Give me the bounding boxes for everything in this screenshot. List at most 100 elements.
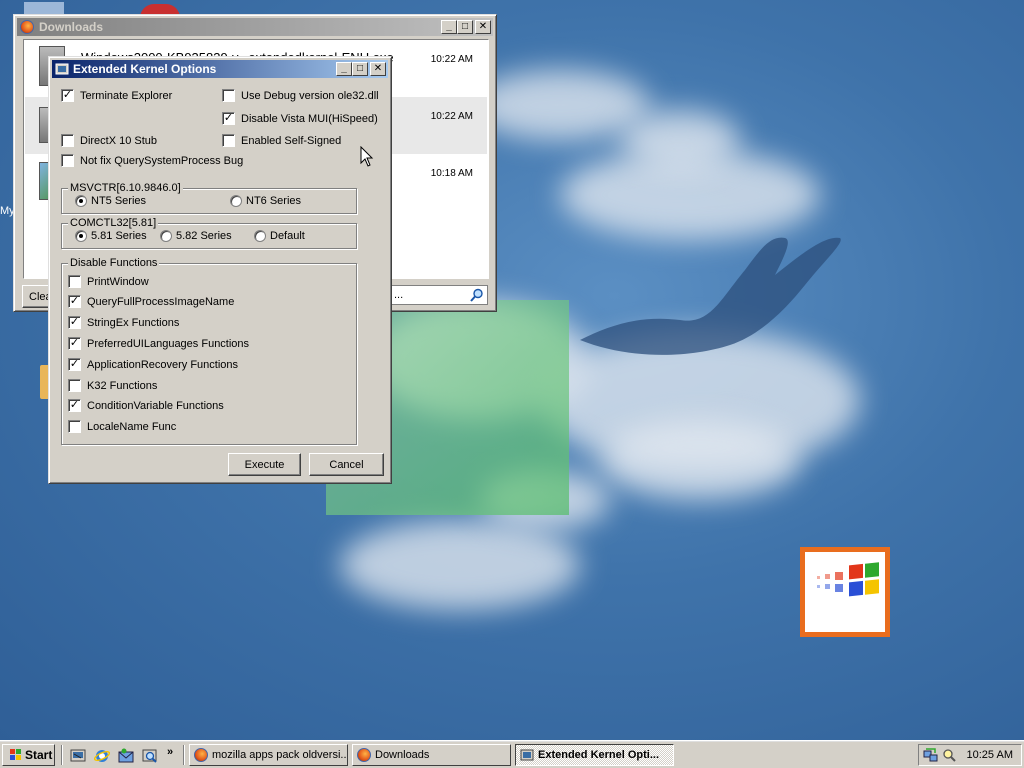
checkbox-label: QueryFullProcessImageName xyxy=(87,295,235,308)
search-input[interactable]: ... xyxy=(390,285,488,305)
download-time: 10:22 AM xyxy=(430,54,473,65)
minimize-button[interactable]: _ xyxy=(441,20,457,34)
firefox-icon xyxy=(20,20,34,34)
checkbox-debug-ole32[interactable]: Use Debug version ole32.dll xyxy=(222,89,379,102)
radio-label: NT5 Series xyxy=(91,195,147,207)
system-tray: 10:25 AM xyxy=(918,744,1022,766)
close-button[interactable]: ✕ xyxy=(370,62,386,76)
firefox-icon xyxy=(194,748,208,762)
checkbox-not-fix-querysystemprocess[interactable]: Not fix QuerySystemProcess Bug xyxy=(61,154,243,167)
taskbar-divider xyxy=(183,745,185,765)
disable-functions-group: Disable Functions PrintWindow ✓ QueryFul… xyxy=(61,257,357,445)
checkbox-label: PreferredUILanguages Functions xyxy=(87,337,250,350)
checkbox-queryfullprocessimagename[interactable]: ✓ QueryFullProcessImageName xyxy=(68,295,234,308)
radio-button[interactable] xyxy=(254,230,266,242)
quick-launch-chevron[interactable]: » xyxy=(167,746,173,758)
checkbox-box[interactable]: ✓ xyxy=(222,112,235,125)
clock[interactable]: 10:25 AM xyxy=(967,749,1013,761)
internet-explorer-icon[interactable] xyxy=(94,748,110,764)
checkbox-applicationrecovery-functions[interactable]: ✓ ApplicationRecovery Functions xyxy=(68,358,238,371)
minimize-button[interactable]: _ xyxy=(336,62,352,76)
windows-flag-icon xyxy=(10,749,21,760)
checkbox-enabled-self-signed[interactable]: Enabled Self-Signed xyxy=(222,134,341,147)
checkbox-preferreduilanguages-functions[interactable]: ✓ PreferredUILanguages Functions xyxy=(68,337,249,350)
cancel-button[interactable]: Cancel xyxy=(309,453,384,476)
taskbar-item-downloads[interactable]: Downloads xyxy=(352,744,511,766)
checkbox-box[interactable] xyxy=(68,275,81,288)
checkbox-label: Enabled Self-Signed xyxy=(241,134,342,147)
taskbar-item-mozilla[interactable]: mozilla apps pack oldversi... xyxy=(189,744,348,766)
checkbox-box[interactable] xyxy=(61,154,74,167)
app-icon xyxy=(520,749,534,761)
checkbox-label: ConditionVariable Functions xyxy=(87,399,224,412)
dialog-titlebar[interactable]: Extended Kernel Options _ □ ✕ xyxy=(52,60,388,78)
checkbox-box[interactable]: ✓ xyxy=(68,316,81,329)
checkbox-box[interactable] xyxy=(222,134,235,147)
mouse-cursor-icon xyxy=(360,146,374,167)
search-icon[interactable] xyxy=(470,288,484,302)
radio-label: Default xyxy=(270,230,305,242)
downloads-titlebar[interactable]: Downloads _ □ ✕ xyxy=(17,18,493,36)
search-placeholder: ... xyxy=(394,289,404,301)
taskbar-item-extended-kernel-options[interactable]: Extended Kernel Opti... xyxy=(515,744,674,766)
checkbox-box[interactable] xyxy=(68,379,81,392)
search-tray-icon[interactable] xyxy=(941,747,957,763)
checkbox-localename-func[interactable]: LocaleName Func xyxy=(68,420,176,433)
start-button[interactable]: Start xyxy=(2,744,55,766)
checkbox-label: LocaleName Func xyxy=(87,420,177,433)
checkbox-box[interactable]: ✓ xyxy=(68,358,81,371)
radio-button[interactable] xyxy=(75,195,87,207)
radio-button[interactable] xyxy=(230,195,242,207)
checkbox-box[interactable] xyxy=(61,134,74,147)
firefox-icon xyxy=(357,748,371,762)
radio-label: 5.81 Series xyxy=(91,230,147,242)
radio-button[interactable] xyxy=(75,230,87,242)
checkbox-disable-vista-mui[interactable]: ✓ Disable Vista MUI(HiSpeed) xyxy=(222,112,378,125)
comctl32-group: COMCTL32[5.81] 5.81 Series 5.82 Series D… xyxy=(61,217,357,249)
checkbox-label: K32 Functions xyxy=(87,379,158,392)
checkbox-label: Disable Vista MUI(HiSpeed) xyxy=(241,112,378,125)
start-label: Start xyxy=(25,748,53,762)
show-desktop-icon[interactable] xyxy=(70,748,86,764)
checkbox-label: Use Debug version ole32.dll xyxy=(241,89,379,102)
checkbox-conditionvariable-functions[interactable]: ✓ ConditionVariable Functions xyxy=(68,399,224,412)
radio-581-series[interactable]: 5.81 Series xyxy=(75,230,147,242)
extended-kernel-options-dialog: Extended Kernel Options _ □ ✕ ✓ Terminat… xyxy=(48,56,392,484)
outlook-express-icon[interactable] xyxy=(118,748,134,764)
taskbar: Start » mozilla apps pack oldversi... Do… xyxy=(0,740,1024,768)
radio-nt6-series[interactable]: NT6 Series xyxy=(230,195,301,207)
checkbox-box[interactable]: ✓ xyxy=(68,399,81,412)
download-time: 10:18 AM xyxy=(430,168,473,179)
window-title: Downloads xyxy=(39,20,104,34)
checkbox-box[interactable] xyxy=(222,89,235,102)
checkbox-directx10-stub[interactable]: DirectX 10 Stub xyxy=(61,134,157,147)
radio-582-series[interactable]: 5.82 Series xyxy=(160,230,232,242)
checkbox-label: Not fix QuerySystemProcess Bug xyxy=(80,154,244,167)
radio-button[interactable] xyxy=(160,230,172,242)
checkbox-terminate-explorer[interactable]: ✓ Terminate Explorer xyxy=(61,89,172,102)
checkbox-box[interactable]: ✓ xyxy=(61,89,74,102)
taskbar-divider xyxy=(61,745,63,765)
checkbox-box[interactable]: ✓ xyxy=(68,337,81,350)
execute-button[interactable]: Execute xyxy=(228,453,301,476)
task-label: Extended Kernel Opti... xyxy=(538,749,660,761)
checkbox-box[interactable] xyxy=(68,420,81,433)
checkbox-printwindow[interactable]: PrintWindow xyxy=(68,275,149,288)
checkbox-k32-functions[interactable]: K32 Functions xyxy=(68,379,157,392)
checkbox-stringex-functions[interactable]: ✓ StringEx Functions xyxy=(68,316,179,329)
maximize-button[interactable]: □ xyxy=(457,20,473,34)
group-title: MSVCTR[6.10.9846.0] xyxy=(68,182,183,194)
network-icon[interactable] xyxy=(923,747,939,763)
task-label: mozilla apps pack oldversi... xyxy=(212,749,348,761)
search-computer-icon[interactable] xyxy=(142,748,158,764)
download-time: 10:22 AM xyxy=(430,111,473,122)
maximize-button[interactable]: □ xyxy=(352,62,368,76)
checkbox-label: DirectX 10 Stub xyxy=(80,134,158,147)
close-button[interactable]: ✕ xyxy=(475,20,491,34)
checkbox-label: Terminate Explorer xyxy=(80,89,173,102)
checkbox-box[interactable]: ✓ xyxy=(68,295,81,308)
windows-logo-icon[interactable] xyxy=(800,547,890,637)
group-title: COMCTL32[5.81] xyxy=(68,217,159,229)
radio-nt5-series[interactable]: NT5 Series xyxy=(75,195,146,207)
radio-default[interactable]: Default xyxy=(254,230,305,242)
